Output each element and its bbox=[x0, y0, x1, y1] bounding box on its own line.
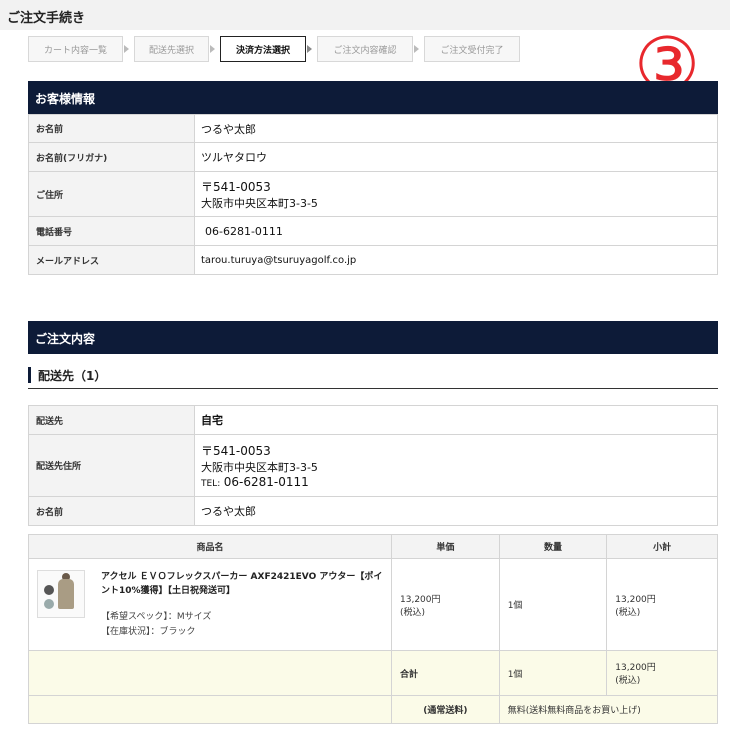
product-cell: アクセル ＥＶＯフレックスパーカー AXF2421EVO アウター【ポイント10… bbox=[28, 558, 392, 651]
checkout-steps: カート内容一覧 配送先選択 決済方法選択 ご注文内容確認 ご注文受付完了 bbox=[28, 36, 531, 62]
subtotal-cell: 13,200円 (税込) bbox=[606, 558, 718, 651]
table-row: お名前 つるや太郎 bbox=[28, 114, 718, 143]
unit-price-cell: 13,200円 (税込) bbox=[391, 558, 500, 651]
address-cell: 〒541-0053 大阪市中央区本町3-3-5 bbox=[194, 171, 718, 217]
name-label: お名前 bbox=[28, 114, 195, 143]
table-row: (通常送料) 無料(送料無料商品をお買い上げ) bbox=[28, 695, 719, 724]
email-label: メールアドレス bbox=[28, 245, 195, 275]
table-row: 合計 1個 13,200円 (税込) bbox=[28, 650, 718, 696]
customer-info-heading: お客様情報 bbox=[28, 81, 718, 114]
destination-heading: 配送先（1） bbox=[28, 365, 718, 389]
table-row: 配送先住所 〒541-0053 大阪市中央区本町3-3-5 TEL: 06-62… bbox=[28, 434, 718, 497]
table-header-row: 商品名 単価 数量 小計 bbox=[28, 534, 718, 559]
postal-code: 〒541-0053 bbox=[201, 179, 271, 194]
table-row: お名前(フリガナ) ツルヤタロウ bbox=[28, 142, 718, 172]
kana-value: ツルヤタロウ bbox=[194, 142, 718, 172]
table-row: アクセル ＥＶＯフレックスパーカー AXF2421EVO アウター【ポイント10… bbox=[28, 558, 718, 651]
table-row: 電話番号 06-6281-0111 bbox=[28, 216, 718, 246]
table-row: ご住所 〒541-0053 大阪市中央区本町3-3-5 bbox=[28, 171, 718, 217]
unit-price-tax: (税込) bbox=[400, 607, 426, 618]
dest-tel: 06-6281-0111 bbox=[223, 475, 309, 489]
order-content-heading: ご注文内容 bbox=[28, 321, 718, 354]
shipping-label: (通常送料) bbox=[391, 695, 500, 724]
product-stock: 【在庫状況】：ブラック bbox=[101, 626, 196, 637]
order-items-table: 商品名 単価 数量 小計 アクセル ＥＶＯフレックスパーカー AXF2421EV… bbox=[28, 534, 719, 724]
shipping-empty-cell bbox=[28, 695, 392, 724]
col-qty: 数量 bbox=[498, 534, 608, 559]
name-value: つるや太郎 bbox=[194, 114, 718, 143]
step-confirm: ご注文内容確認 bbox=[317, 36, 419, 62]
total-qty: 1個 bbox=[498, 650, 608, 696]
kana-label: お名前(フリガナ) bbox=[28, 142, 195, 172]
col-product: 商品名 bbox=[28, 534, 392, 559]
product-name[interactable]: アクセル ＥＶＯフレックスパーカー AXF2421EVO アウター【ポイント10… bbox=[101, 570, 391, 598]
customer-info-table: お名前 つるや太郎 お名前(フリガナ) ツルヤタロウ ご住所 〒541-0053… bbox=[28, 114, 718, 275]
email-value: tarou.turuya@tsuruyagolf.co.jp bbox=[194, 245, 718, 275]
total-cell: 13,200円 (税込) bbox=[606, 650, 718, 696]
step-cart: カート内容一覧 bbox=[28, 36, 129, 62]
table-row: お名前 つるや太郎 bbox=[28, 496, 718, 526]
dest-postal: 〒541-0053 bbox=[201, 444, 271, 458]
subtotal-tax: (税込) bbox=[615, 607, 641, 618]
total-price: 13,200円 bbox=[615, 663, 656, 673]
dest-name-label: お名前 bbox=[28, 496, 195, 526]
subtotal-price: 13,200円 bbox=[615, 594, 656, 605]
product-thumbnail[interactable] bbox=[37, 569, 85, 618]
dest-name-value: つるや太郎 bbox=[194, 496, 718, 526]
qty-value: 1個 bbox=[498, 558, 608, 651]
dest-address-cell: 〒541-0053 大阪市中央区本町3-3-5 TEL: 06-6281-011… bbox=[194, 434, 718, 497]
step-payment: 決済方法選択 bbox=[220, 36, 312, 62]
address-value: 大阪市中央区本町3-3-5 bbox=[201, 196, 318, 210]
tel-prefix: TEL: bbox=[201, 479, 221, 489]
total-label: 合計 bbox=[391, 650, 500, 696]
address-label: ご住所 bbox=[28, 171, 195, 217]
dest-address: 大阪市中央区本町3-3-5 bbox=[201, 461, 318, 474]
dest-address-label: 配送先住所 bbox=[28, 434, 195, 497]
dest-value: 自宅 bbox=[194, 405, 718, 435]
total-tax: (税込) bbox=[615, 676, 641, 686]
phone-value: 06-6281-0111 bbox=[194, 216, 718, 246]
destination-table: 配送先 自宅 配送先住所 〒541-0053 大阪市中央区本町3-3-5 TEL… bbox=[28, 405, 718, 526]
step-complete: ご注文受付完了 bbox=[424, 36, 520, 62]
table-row: 配送先 自宅 bbox=[28, 405, 718, 435]
shipping-value: 無料(送料無料商品をお買い上げ) bbox=[498, 695, 719, 724]
col-unit-price: 単価 bbox=[391, 534, 500, 559]
total-empty-cell bbox=[28, 650, 392, 696]
unit-price: 13,200円 bbox=[400, 594, 441, 605]
dest-label: 配送先 bbox=[28, 405, 195, 435]
table-row: メールアドレス tarou.turuya@tsuruyagolf.co.jp bbox=[28, 245, 718, 275]
step-shipping: 配送先選択 bbox=[134, 36, 215, 62]
phone-label: 電話番号 bbox=[28, 216, 195, 246]
col-subtotal: 小計 bbox=[606, 534, 718, 559]
product-spec: 【希望スペック】：Mサイズ bbox=[101, 611, 212, 622]
